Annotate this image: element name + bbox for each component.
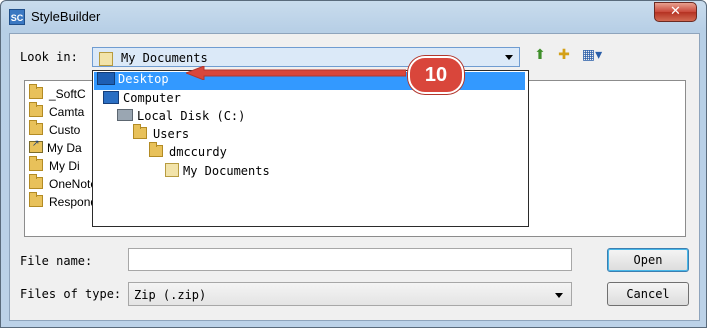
list-item[interactable]: Custo (29, 120, 80, 139)
dropdown-item-my-documents[interactable]: My Documents (165, 163, 270, 181)
lookin-label: Look in: (20, 50, 78, 64)
shortcut-folder-icon (29, 139, 43, 153)
close-icon: ✕ (670, 4, 681, 19)
list-item[interactable]: My Di (29, 156, 80, 175)
lookin-dropdown-list[interactable]: Desktop Computer Local Disk (C:) Users d… (92, 70, 529, 227)
step-number-badge: 10 (408, 56, 464, 94)
folder-icon (29, 84, 43, 99)
new-folder-icon[interactable]: ✚ (555, 46, 573, 64)
list-item[interactable]: Camta (29, 102, 84, 121)
computer-icon (103, 91, 119, 104)
monitor-icon (97, 72, 115, 85)
list-item[interactable]: _SoftC (29, 84, 86, 103)
filetype-select[interactable]: Zip (.zip) (128, 282, 572, 306)
dropdown-item-dmccurdy[interactable]: dmccurdy (149, 142, 227, 163)
callout-arrow (186, 66, 406, 80)
folder-icon (133, 124, 147, 139)
disk-icon (117, 109, 133, 121)
title-bar[interactable]: SC StyleBuilder ✕ (1, 1, 706, 31)
lookin-value: My Documents (121, 51, 208, 65)
folder-icon (149, 142, 163, 157)
documents-folder-icon (99, 51, 117, 69)
folder-icon (29, 174, 43, 189)
folder-up-icon[interactable]: ⬆ (531, 46, 549, 64)
dropdown-item-users[interactable]: Users (133, 124, 189, 145)
dropdown-item-computer[interactable]: Computer (103, 91, 181, 109)
close-button[interactable]: ✕ (654, 2, 697, 22)
folder-icon (29, 120, 43, 135)
chevron-down-icon (555, 293, 563, 298)
cancel-button[interactable]: Cancel (607, 282, 689, 306)
folder-icon (29, 156, 43, 171)
list-item[interactable]: My Da (29, 139, 82, 157)
documents-folder-icon (165, 163, 179, 177)
filename-input[interactable] (128, 248, 572, 271)
view-menu-icon[interactable]: ▦▾ (579, 46, 605, 64)
window-title: StyleBuilder (31, 9, 101, 24)
filetype-label: Files of type: (20, 287, 122, 301)
open-button[interactable]: Open (607, 248, 689, 272)
dialog-window: SC StyleBuilder ✕ Look in: My Documents … (0, 0, 707, 328)
app-icon: SC (9, 9, 25, 25)
folder-icon (29, 102, 43, 117)
chevron-down-icon (505, 55, 513, 60)
folder-icon (29, 192, 43, 207)
filename-label: File name: (20, 254, 93, 268)
filetype-value: Zip (.zip) (134, 288, 207, 302)
